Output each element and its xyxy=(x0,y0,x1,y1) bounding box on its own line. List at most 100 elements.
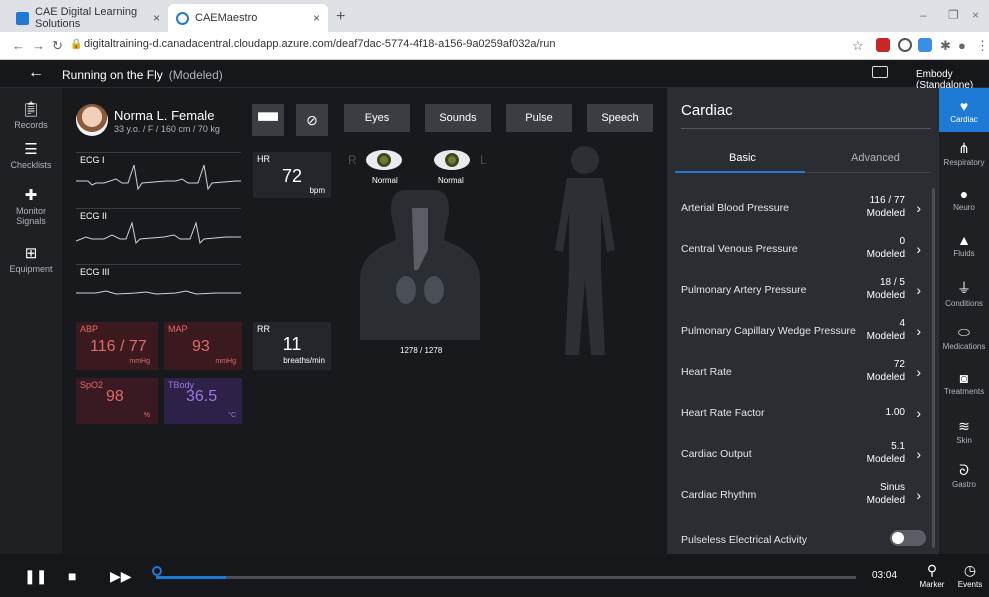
body-silhouette-illustration xyxy=(555,146,615,355)
row-label: Heart Rate xyxy=(681,366,732,378)
right-eye-status: Normal xyxy=(372,176,398,185)
tab-cae-digital-learning[interactable]: CAE Digital Learning Solutions × xyxy=(8,4,168,32)
row-value: 18 / 5 Modeled xyxy=(866,277,905,301)
ecg-ii-waveform: ECG II xyxy=(76,208,241,256)
url-field[interactable]: digitaltraining-d.canadacentral.cloudapp… xyxy=(84,38,556,50)
extension-circle-icon[interactable] xyxy=(898,38,912,52)
speech-button[interactable]: Speech xyxy=(587,104,653,132)
reload-icon[interactable]: ↻ xyxy=(52,38,63,54)
close-window-button[interactable]: × xyxy=(972,8,979,22)
pulse-button[interactable]: Pulse xyxy=(506,104,572,132)
chevron-right-icon: › xyxy=(916,241,921,257)
row-heart-rate-factor[interactable]: Heart Rate Factor 1.00 › xyxy=(667,393,933,434)
tab-basic[interactable]: Basic xyxy=(729,152,756,164)
map-pin-icon: ⚲ xyxy=(926,562,938,578)
heart-rate-box[interactable]: HR 72 bpm xyxy=(253,152,331,198)
tab-advanced[interactable]: Advanced xyxy=(851,152,900,164)
tab-caemaestro[interactable]: CAEMaestro × xyxy=(168,4,328,32)
row-cardiac-output[interactable]: Cardiac Output 5.1 Modeled › xyxy=(667,434,933,475)
row-cardiac-rhythm[interactable]: Cardiac Rhythm Sinus Modeled › xyxy=(667,475,933,516)
sidebar-item-checklists[interactable]: ☰ Checklists xyxy=(0,140,62,170)
mute-button[interactable]: ⊘ xyxy=(296,104,328,136)
forward-arrow-icon[interactable]: → xyxy=(32,38,45,53)
checklist-icon: ☰ xyxy=(24,141,38,158)
pdf-extension-icon[interactable] xyxy=(876,38,890,52)
bookmark-star-icon[interactable]: ☆ xyxy=(852,38,864,54)
pea-toggle[interactable] xyxy=(890,530,926,546)
spo2-box[interactable]: SpO2 98 % xyxy=(76,378,158,424)
elapsed-time: 03:04 xyxy=(872,570,898,581)
ecg-trace xyxy=(76,290,241,295)
minimize-button[interactable]: – xyxy=(920,8,927,22)
abp-value: 116 / 77 xyxy=(90,338,147,355)
timeline-start-pin-icon[interactable] xyxy=(152,566,162,576)
hr-unit: bpm xyxy=(309,186,325,195)
tab-close-icon[interactable]: × xyxy=(313,11,320,25)
sidebar-item-treatments[interactable]: ◙ Treatments xyxy=(939,370,989,396)
pulse-icon: ⏚ xyxy=(957,280,971,296)
sidebar-item-equipment[interactable]: ⊞ Equipment xyxy=(0,244,62,274)
row-label: Pulseless Electrical Activity xyxy=(681,534,808,546)
row-value: 4 Modeled xyxy=(866,318,905,342)
maximize-button[interactable]: ❐ xyxy=(948,8,959,22)
tbody-unit: °C xyxy=(228,412,236,419)
layout-icon: ▀▀ xyxy=(258,112,278,128)
back-arrow-icon[interactable]: ← xyxy=(12,38,25,53)
scenario-title: Running on the Fly (Modeled) xyxy=(62,68,223,82)
left-eye-status: Normal xyxy=(438,176,464,185)
left-eye-icon[interactable] xyxy=(434,150,470,170)
respiratory-rate-box[interactable]: RR 11 breaths/min xyxy=(253,322,331,370)
map-box[interactable]: MAP 93 mmHg xyxy=(164,322,242,370)
abp-box[interactable]: ABP 116 / 77 mmHg xyxy=(76,322,158,370)
fast-forward-icon[interactable]: ▶▶ xyxy=(110,568,132,585)
stop-icon[interactable]: ■ xyxy=(68,568,76,584)
puzzle-extension-icon[interactable]: ✱ xyxy=(940,38,951,54)
app-header: ← Running on the Fly (Modeled) Embody (St… xyxy=(0,60,989,91)
row-pulmonary-capillary-wedge-pressure[interactable]: Pulmonary Capillary Wedge Pressure 4 Mode… xyxy=(667,311,933,352)
chevron-right-icon: › xyxy=(916,487,921,503)
address-bar: ← → ↻ 🔒 digitaltraining-d.canadacentral.… xyxy=(0,32,989,60)
extension-grid-icon[interactable] xyxy=(918,38,932,52)
row-value: Sinus Modeled xyxy=(866,482,905,506)
layout-toggle-button[interactable]: ▀▀ xyxy=(252,104,284,136)
ecg-i-waveform: ECG I xyxy=(76,152,241,200)
sidebar-item-medications[interactable]: ⬭ Medications xyxy=(939,324,989,351)
sidebar-item-neuro[interactable]: ● Neuro xyxy=(939,186,989,212)
sidebar-item-respiratory[interactable]: ⋔ Respiratory xyxy=(939,140,989,167)
row-central-venous-pressure[interactable]: Central Venous Pressure 0 Modeled › xyxy=(667,229,933,270)
events-button[interactable]: ◷ Events xyxy=(950,562,989,589)
tab-close-icon[interactable]: × xyxy=(153,11,160,25)
new-tab-button[interactable]: + xyxy=(336,8,345,26)
abp-unit: mmHg xyxy=(129,358,150,365)
browser-menu-icon[interactable]: ⋮ xyxy=(976,38,989,54)
map-label: MAP xyxy=(168,324,188,334)
right-eye-icon[interactable] xyxy=(366,150,402,170)
chevron-right-icon: › xyxy=(916,200,921,216)
pause-icon[interactable]: ❚❚ xyxy=(24,568,47,585)
panel-scrollbar[interactable] xyxy=(932,188,935,548)
row-value: 72 Modeled xyxy=(866,359,905,383)
heart-icon: ♥ xyxy=(959,98,969,114)
sounds-button[interactable]: Sounds xyxy=(425,104,491,132)
sidebar-item-cardiac[interactable]: ♥ Cardiac xyxy=(939,88,989,132)
body-temperature-box[interactable]: TBody 36.5 °C xyxy=(164,378,242,424)
timeline-track[interactable] xyxy=(156,576,856,579)
sidebar-item-gastro[interactable]: ᘐ Gastro xyxy=(939,462,989,489)
profile-icon[interactable]: ● xyxy=(958,38,966,53)
row-arterial-blood-pressure[interactable]: Arterial Blood Pressure 116 / 77 Modeled … xyxy=(667,188,933,229)
sidebar-item-conditions[interactable]: ⏚ Conditions xyxy=(939,278,989,308)
sidebar-item-monitor-signals[interactable]: ✚ Monitor Signals xyxy=(0,186,62,226)
eyes-button[interactable]: Eyes xyxy=(344,104,410,132)
sidebar-item-fluids[interactable]: ▲ Fluids xyxy=(939,232,989,258)
monitor-display-icon[interactable] xyxy=(872,66,888,78)
browser-tab-bar: CAE Digital Learning Solutions × CAEMaes… xyxy=(0,0,989,32)
patient-info: 33 y.o. / F / 160 cm / 70 kg xyxy=(114,124,220,134)
sidebar-item-skin[interactable]: ≋ Skin xyxy=(939,418,989,445)
cardiac-panel: Cardiac Basic Advanced Arterial Blood Pr… xyxy=(667,88,939,554)
row-heart-rate[interactable]: Heart Rate 72 Modeled › xyxy=(667,352,933,393)
marker-button[interactable]: ⚲ Marker xyxy=(912,562,952,589)
drop-icon: ▲ xyxy=(957,232,971,248)
row-pulmonary-artery-pressure[interactable]: Pulmonary Artery Pressure 18 / 5 Modeled … xyxy=(667,270,933,311)
sidebar-item-records[interactable]: 📋︎ Records xyxy=(0,100,62,130)
app-back-arrow-icon[interactable]: ← xyxy=(28,64,44,82)
